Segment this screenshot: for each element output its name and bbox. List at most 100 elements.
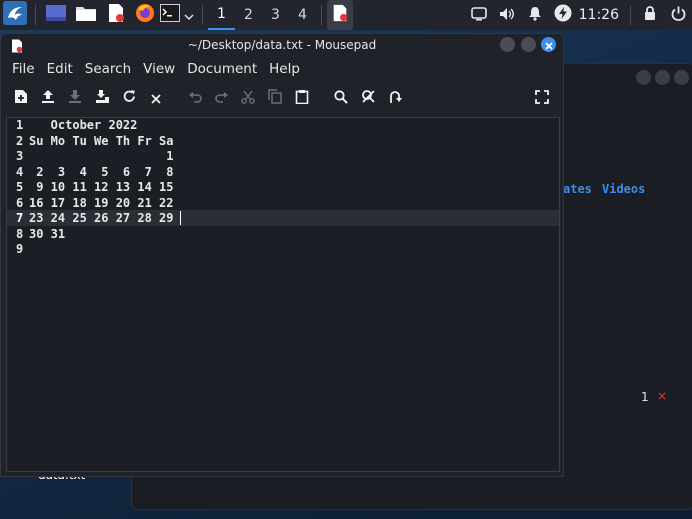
terminal-launcher[interactable] [159, 0, 181, 30]
menu-bar: File Edit Search View Document Help [1, 61, 301, 79]
power-manager-button[interactable] [549, 0, 577, 30]
volume-button[interactable] [493, 0, 521, 30]
panel-separator [35, 5, 36, 25]
fullscreen-button[interactable] [531, 86, 553, 110]
lock-screen-button[interactable] [636, 0, 664, 30]
go-to-line-button[interactable] [384, 86, 406, 110]
cut-button[interactable] [237, 86, 259, 110]
menu-search[interactable]: Search [85, 61, 131, 79]
background-count: 1 [641, 390, 649, 404]
line-number: 8 [16, 226, 24, 241]
title-bar[interactable]: ~/Desktop/data.txt - Mousepad [1, 34, 563, 56]
new-document-button[interactable] [10, 86, 32, 110]
line-number: 4 [16, 164, 24, 179]
workspace-4[interactable]: 4 [289, 0, 316, 30]
redo-icon [214, 89, 229, 108]
chevron-down-icon [184, 6, 194, 25]
panel-separator [321, 5, 322, 25]
workspace-2[interactable]: 2 [235, 0, 262, 30]
undo-button[interactable] [184, 86, 206, 110]
display-button[interactable] [465, 0, 493, 30]
firefox-icon [135, 3, 155, 27]
lock-icon [644, 5, 656, 25]
open-button[interactable] [37, 86, 59, 110]
app-menu-button[interactable] [0, 0, 30, 30]
scissors-icon [241, 89, 255, 108]
save-button[interactable] [64, 86, 86, 110]
kali-dragon-icon [3, 1, 27, 29]
close-document-button[interactable] [145, 86, 167, 110]
background-link-videos[interactable]: Videos [602, 182, 645, 196]
system-tray: 11:26 [465, 0, 692, 30]
taskbar-mousepad-button[interactable] [327, 0, 353, 30]
line-number: 6 [16, 195, 24, 210]
clock[interactable]: 11:26 [579, 7, 619, 23]
refresh-icon [122, 89, 137, 108]
minimize-button[interactable] [500, 37, 515, 52]
text-editor-icon [331, 4, 349, 26]
logout-button[interactable] [664, 0, 692, 30]
background-close-mark[interactable]: × [657, 389, 667, 403]
maximize-button[interactable] [655, 70, 670, 85]
text-line: Su Mo Tu We Th Fr Sa [29, 133, 174, 148]
menu-edit[interactable]: Edit [47, 61, 73, 79]
find-replace-icon [361, 89, 376, 108]
window-title: ~/Desktop/data.txt - Mousepad [187, 38, 377, 52]
file-manager-launcher[interactable] [71, 0, 101, 30]
save-as-icon [95, 89, 110, 108]
menu-document[interactable]: Document [187, 61, 257, 79]
minimize-button[interactable] [636, 70, 651, 85]
text-line-current: 23 24 25 26 27 28 29 [29, 211, 174, 225]
line-number: 5 [16, 180, 24, 194]
close-button[interactable] [541, 37, 556, 52]
menu-view[interactable]: View [143, 61, 175, 79]
copy-button[interactable] [264, 86, 286, 110]
reload-button[interactable] [118, 86, 140, 110]
workspace-3[interactable]: 3 [262, 0, 289, 30]
text-line: 9 10 11 12 13 14 15 [29, 180, 174, 194]
text-editor-launcher[interactable] [101, 0, 131, 30]
text-line: 16 17 18 19 20 21 22 [29, 195, 174, 210]
show-desktop-button[interactable] [41, 0, 71, 30]
maximize-button[interactable] [521, 37, 536, 52]
text-line: 2 3 4 5 6 7 8 [29, 164, 174, 179]
toolbar [1, 86, 563, 110]
find-button[interactable] [330, 86, 352, 110]
text-line: October 2022 [29, 118, 138, 132]
background-link-updates[interactable]: ates [563, 182, 592, 196]
workspace-1[interactable]: 1 [208, 0, 235, 30]
new-document-icon [14, 89, 28, 108]
panel-separator [202, 5, 203, 25]
power-bolt-icon [554, 4, 572, 26]
line-number: 9 [16, 242, 24, 256]
save-as-button[interactable] [91, 86, 113, 110]
folder-icon [75, 4, 97, 26]
jump-arrow-icon [388, 89, 402, 108]
close-icon [151, 89, 161, 108]
background-window-controls [636, 70, 689, 85]
search-icon [334, 89, 348, 108]
line-number: 1 [16, 118, 24, 132]
bell-icon [528, 6, 542, 25]
terminal-icon [160, 4, 180, 26]
display-icon [470, 6, 487, 25]
find-replace-button[interactable] [357, 86, 379, 110]
notifications-button[interactable] [521, 0, 549, 30]
volume-icon [499, 6, 515, 25]
close-button[interactable] [674, 70, 689, 85]
text-editor-area[interactable]: 1 2 3 4 5 6 7 8 9 October 2022 Su Mo Tu … [6, 117, 560, 472]
text-line: 1 [29, 149, 174, 163]
menu-file[interactable]: File [12, 61, 35, 79]
line-number: 2 [16, 133, 24, 148]
line-number: 3 [16, 149, 24, 163]
desktop-icon [45, 4, 67, 26]
firefox-launcher[interactable] [131, 0, 159, 30]
menu-help[interactable]: Help [269, 61, 300, 79]
close-icon [544, 35, 553, 54]
paste-button[interactable] [291, 86, 313, 110]
terminal-dropdown[interactable] [181, 0, 197, 30]
mousepad-window: ~/Desktop/data.txt - Mousepad File Edit … [0, 33, 564, 477]
redo-button[interactable] [210, 86, 232, 110]
panel-separator [630, 5, 631, 25]
top-panel: 1 2 3 4 11:26 [0, 0, 692, 30]
